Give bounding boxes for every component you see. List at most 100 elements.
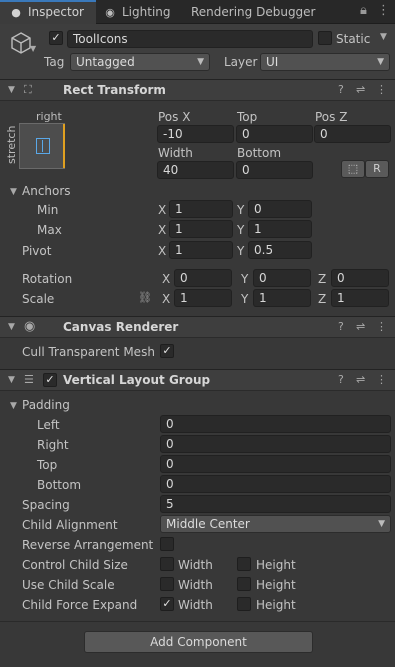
- info-icon: ●: [11, 6, 21, 19]
- foldout-arrow-icon[interactable]: ▼: [8, 322, 15, 332]
- vertical-layout-group-header[interactable]: ▼ ☰ ✓ Vertical Layout Group ? ⇌ ⋮: [0, 369, 395, 391]
- component-enabled-checkbox[interactable]: ✓: [43, 373, 57, 387]
- blueprint-mode-button[interactable]: ⬚: [341, 160, 365, 178]
- min-label: Min: [37, 203, 59, 217]
- chevron-down-icon: ▼: [197, 57, 204, 67]
- tag-dropdown[interactable]: Untagged ▼: [70, 53, 210, 71]
- padding-label: Padding: [22, 398, 70, 412]
- min-y-field[interactable]: 0: [248, 200, 312, 218]
- tab-inspector[interactable]: ● Inspector: [0, 0, 96, 24]
- active-toggle[interactable]: ✓: [49, 31, 63, 45]
- help-icon[interactable]: ?: [338, 320, 344, 333]
- scale-z-field[interactable]: 1: [331, 289, 389, 307]
- component-title: Rect Transform: [63, 83, 166, 97]
- spacing-label: Spacing: [22, 498, 70, 512]
- rect-transform-icon: ⛶: [24, 83, 32, 96]
- child-alignment-label: Child Alignment: [22, 518, 118, 532]
- canvas-renderer-header[interactable]: ▼ ◉ Canvas Renderer ? ⇌ ⋮: [0, 316, 395, 338]
- preset-icon[interactable]: ⇌: [356, 373, 365, 386]
- rotation-z-label: Z: [318, 272, 327, 286]
- rect-transform-header[interactable]: ▼ ⛶ Rect Transform ? ⇌ ⋮: [0, 79, 395, 101]
- rotation-x-field[interactable]: 0: [174, 269, 232, 287]
- gameobject-header: ▼ ✓ ToolIcons Static ▼ Tag Untagged ▼ Lay…: [0, 24, 395, 80]
- rotation-label: Rotation: [22, 272, 73, 286]
- use-scale-height-checkbox[interactable]: [237, 577, 251, 591]
- cull-transparent-mesh-label: Cull Transparent Mesh: [22, 345, 155, 359]
- preset-icon[interactable]: ⇌: [356, 83, 365, 96]
- cull-transparent-mesh-checkbox[interactable]: ✓: [160, 344, 174, 358]
- lock-icon[interactable]: 🔒︎: [360, 0, 367, 24]
- scale-x-field[interactable]: 1: [174, 289, 232, 307]
- anchor-preset-side-label: stretch: [5, 125, 18, 164]
- layer-dropdown[interactable]: UI ▼: [260, 53, 390, 71]
- anchor-stretch-line: [42, 140, 43, 152]
- icon-dropdown-arrow[interactable]: ▼: [30, 44, 36, 53]
- control-size-width-checkbox[interactable]: [160, 557, 174, 571]
- kebab-menu-icon[interactable]: ⋮: [376, 83, 387, 96]
- control-size-height-checkbox[interactable]: [237, 557, 251, 571]
- padding-left-label: Left: [37, 418, 60, 432]
- pivot-x-field[interactable]: 1: [169, 241, 233, 259]
- kebab-menu-icon[interactable]: ⋮: [377, 0, 390, 24]
- pivot-y-field[interactable]: 0.5: [248, 241, 312, 259]
- reverse-arrangement-checkbox[interactable]: [160, 537, 174, 551]
- chevron-down-icon: ▼: [378, 519, 385, 529]
- pos-z-field[interactable]: 0: [314, 125, 391, 143]
- width-label: Width: [158, 146, 193, 160]
- bottom-label: Bottom: [237, 146, 282, 160]
- width-field[interactable]: 40: [157, 161, 234, 179]
- component-title: Vertical Layout Group: [63, 373, 211, 387]
- anchor-presets-button[interactable]: [19, 123, 65, 169]
- static-dropdown-arrow[interactable]: ▼: [380, 32, 387, 42]
- padding-top-field[interactable]: 0: [160, 455, 391, 473]
- rotation-z-field[interactable]: 0: [331, 269, 389, 287]
- use-scale-width-checkbox[interactable]: [160, 577, 174, 591]
- foldout-arrow-icon[interactable]: ▼: [8, 375, 15, 385]
- foldout-arrow-icon[interactable]: ▼: [8, 85, 15, 95]
- object-name-field[interactable]: ToolIcons: [67, 30, 313, 48]
- top-label: Top: [237, 110, 258, 124]
- padding-foldout-icon[interactable]: ▼: [10, 401, 17, 411]
- pos-x-label: Pos X: [158, 110, 191, 124]
- anchors-foldout-icon[interactable]: ▼: [10, 187, 17, 197]
- rotation-y-label: Y: [241, 272, 249, 286]
- bottom-field[interactable]: 0: [236, 161, 313, 179]
- eye-icon: ◉: [24, 319, 36, 334]
- max-label: Max: [37, 223, 62, 237]
- pos-x-field[interactable]: -10: [157, 125, 234, 143]
- rotation-y-field[interactable]: 0: [253, 269, 311, 287]
- rotation-x-label: X: [162, 272, 171, 286]
- scale-y-field[interactable]: 1: [253, 289, 311, 307]
- padding-top-label: Top: [37, 458, 58, 472]
- padding-left-field[interactable]: 0: [160, 415, 391, 433]
- kebab-menu-icon[interactable]: ⋮: [376, 320, 387, 333]
- child-alignment-dropdown[interactable]: Middle Center ▼: [160, 515, 391, 533]
- padding-bottom-field[interactable]: 0: [160, 475, 391, 493]
- max-y-label: Y: [237, 223, 245, 237]
- raw-edit-button[interactable]: R: [365, 160, 389, 178]
- preset-icon[interactable]: ⇌: [356, 320, 365, 333]
- scale-label: Scale: [22, 292, 55, 306]
- use-scale-width-label: Width: [178, 578, 213, 592]
- constrain-proportions-icon[interactable]: ⛓︎: [138, 291, 152, 304]
- use-scale-height-label: Height: [256, 578, 296, 592]
- force-expand-height-checkbox[interactable]: [237, 597, 251, 611]
- max-y-field[interactable]: 1: [248, 220, 312, 238]
- kebab-menu-icon[interactable]: ⋮: [376, 373, 387, 386]
- spacing-field[interactable]: 5: [160, 495, 391, 513]
- add-component-button[interactable]: Add Component: [84, 631, 313, 653]
- force-expand-height-label: Height: [256, 598, 296, 612]
- min-x-field[interactable]: 1: [169, 200, 233, 218]
- static-checkbox[interactable]: [318, 31, 332, 45]
- max-x-field[interactable]: 1: [169, 220, 233, 238]
- anchor-right-marker: [63, 124, 66, 168]
- help-icon[interactable]: ?: [338, 373, 344, 386]
- tab-lighting[interactable]: ◉ Lighting: [104, 0, 184, 24]
- help-icon[interactable]: ?: [338, 83, 344, 96]
- force-expand-width-checkbox[interactable]: ✓: [160, 597, 174, 611]
- top-field[interactable]: 0: [236, 125, 313, 143]
- scale-y-label: Y: [241, 292, 249, 306]
- padding-right-field[interactable]: 0: [160, 435, 391, 453]
- pivot-y-label: Y: [237, 244, 245, 258]
- tab-rendering-debugger[interactable]: Rendering Debugger: [191, 0, 321, 24]
